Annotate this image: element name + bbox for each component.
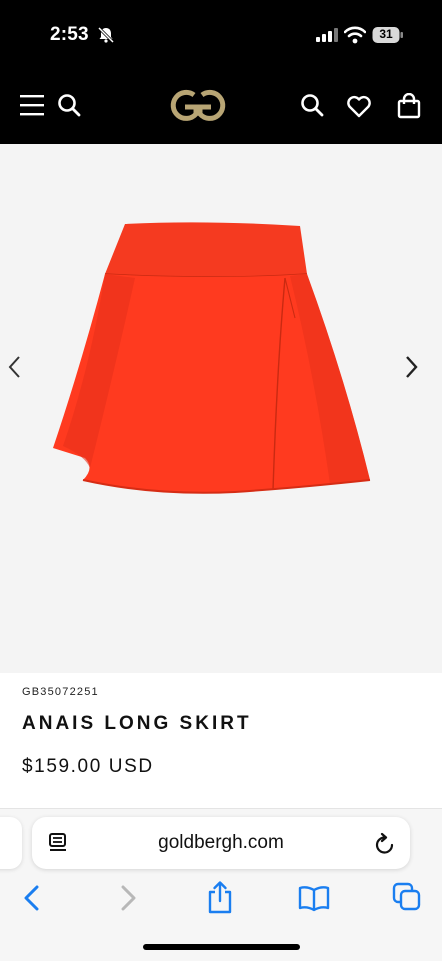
battery-icon: 31 <box>372 26 404 44</box>
signal-icon <box>316 28 338 42</box>
share-icon[interactable] <box>206 880 234 914</box>
chevron-left-icon[interactable] <box>4 354 26 380</box>
bag-icon[interactable] <box>397 93 421 119</box>
menu-icon[interactable] <box>20 93 44 117</box>
reload-icon[interactable] <box>374 832 396 856</box>
bookmarks-icon[interactable] <box>297 884 331 912</box>
product-name: ANAIS LONG SKIRT <box>22 713 252 734</box>
product-image[interactable] <box>45 218 375 500</box>
back-icon[interactable] <box>20 884 44 912</box>
goldbergh-logo[interactable] <box>163 86 233 128</box>
product-sku: GB35072251 <box>22 686 99 698</box>
product-price: $159.00 USD <box>22 756 154 777</box>
search-icon[interactable] <box>300 93 324 117</box>
chevron-right-icon[interactable] <box>400 354 422 380</box>
forward-icon[interactable] <box>116 884 140 912</box>
wifi-icon <box>344 26 366 44</box>
home-indicator <box>143 944 300 950</box>
heart-icon[interactable] <box>346 95 372 119</box>
bell-slash-icon <box>97 26 115 44</box>
tabs-icon[interactable] <box>392 882 422 912</box>
search-icon[interactable] <box>57 93 81 117</box>
battery-level: 31 <box>379 27 393 41</box>
status-time: 2:53 <box>50 24 89 45</box>
